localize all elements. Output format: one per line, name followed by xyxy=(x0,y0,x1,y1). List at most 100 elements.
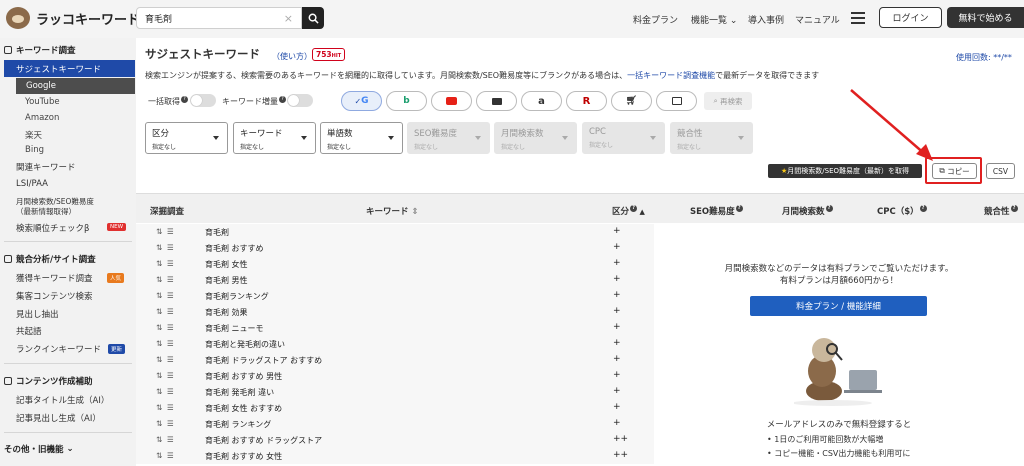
search-icon xyxy=(4,46,12,54)
sidebar-item-youtube[interactable]: YouTube xyxy=(25,97,60,107)
nav-cases[interactable]: 導入事例 xyxy=(748,13,784,26)
sidebar-item-suggest[interactable]: サジェストキーワード xyxy=(4,60,135,77)
sidebar-item-bing[interactable]: Bing xyxy=(25,145,44,155)
upgrade-promo: 月間検索数などのデータは有料プランでご覧いただけます。 有料プランは月額660円… xyxy=(654,224,1024,466)
chevron-down-icon: ⌄ xyxy=(727,16,738,26)
help-icon[interactable]: ? xyxy=(825,205,833,212)
search-button[interactable] xyxy=(302,7,324,29)
keyword-cell[interactable]: 育毛剤 女性 xyxy=(205,259,248,270)
category-cell: + xyxy=(613,418,621,428)
main-panel: サジェストキーワード （使い方） 753HIT 使用回数: **/** 検索エン… xyxy=(136,38,1024,466)
deepdive-icons[interactable]: ⇅ ☰ xyxy=(156,259,174,268)
category-cell: + xyxy=(613,306,621,316)
promo-text-3: メールアドレスのみで無料登録すると xyxy=(766,420,912,430)
category-cell: ++ xyxy=(613,434,629,444)
keyword-cell[interactable]: 育毛剤と発毛剤の違い xyxy=(205,339,285,350)
sidebar-item-headings[interactable]: 見出し抽出 xyxy=(16,308,59,320)
deepdive-icons[interactable]: ⇅ ☰ xyxy=(156,451,174,460)
nav-features[interactable]: 機能一覧 ⌄ xyxy=(691,13,737,26)
col-category[interactable]: 区分? ▲ xyxy=(612,205,645,217)
keyword-cell[interactable]: 育毛剤 男性 xyxy=(205,275,248,286)
table-row: ⇅ ☰ 育毛剤 女性 おすすめ + xyxy=(136,400,654,416)
sort-up-icon: ▲ xyxy=(637,208,645,216)
deepdive-icons[interactable]: ⇅ ☰ xyxy=(156,387,174,396)
deepdive-icons[interactable]: ⇅ ☰ xyxy=(156,355,174,364)
sidebar-section-label: キーワード調査 xyxy=(16,46,76,56)
col-seo[interactable]: SEO難易度? xyxy=(690,205,743,217)
sidebar-item-lsi[interactable]: LSI/PAA xyxy=(16,179,48,189)
keyword-cell[interactable]: 育毛剤 ドラッグストア おすすめ xyxy=(205,355,322,366)
keyword-cell[interactable]: 育毛剤ランキング xyxy=(205,291,269,302)
help-icon[interactable]: ? xyxy=(735,205,743,212)
sidebar-item-heading-gen[interactable]: 記事見出し生成（AI） xyxy=(16,412,101,424)
category-cell: + xyxy=(613,274,621,284)
keyword-cell[interactable]: 育毛剤 ランキング xyxy=(205,419,271,430)
deepdive-icons[interactable]: ⇅ ☰ xyxy=(156,339,174,348)
deepdive-icons[interactable]: ⇅ ☰ xyxy=(156,435,174,444)
help-icon[interactable]: ? xyxy=(1010,205,1018,212)
deepdive-icons[interactable]: ⇅ ☰ xyxy=(156,227,174,236)
col-monthly[interactable]: 月間検索数? xyxy=(782,205,833,217)
category-cell: + xyxy=(613,322,621,332)
logo[interactable]: ラッコキーワード xyxy=(6,7,140,29)
deepdive-icons[interactable]: ⇅ ☰ xyxy=(156,243,174,252)
sidebar-section-keyword: キーワード調査 xyxy=(4,44,76,56)
category-cell: ++ xyxy=(613,450,629,460)
sidebar-item-content[interactable]: 集客コンテンツ検索 xyxy=(16,290,93,302)
chevron-down-icon: ⌄ xyxy=(63,444,74,454)
pricing-details-button[interactable]: 料金プラン / 機能詳細 xyxy=(750,296,927,316)
sidebar-item-acquired[interactable]: 獲得キーワード調査 xyxy=(16,272,93,284)
deepdive-icons[interactable]: ⇅ ☰ xyxy=(156,291,174,300)
search-bar: 育毛剤 × xyxy=(136,7,324,29)
deepdive-icons[interactable]: ⇅ ☰ xyxy=(156,275,174,284)
deepdive-icons[interactable]: ⇅ ☰ xyxy=(156,323,174,332)
keyword-cell[interactable]: 育毛剤 効果 xyxy=(205,307,248,318)
table-row: ⇅ ☰ 育毛剤 ニューモ + xyxy=(136,320,654,336)
keyword-cell[interactable]: 育毛剤 おすすめ 男性 xyxy=(205,371,282,382)
sidebar-item-google[interactable]: Google xyxy=(16,78,135,94)
col-keyword[interactable]: キーワード ⇕ xyxy=(366,205,419,217)
keyword-cell[interactable]: 育毛剤 xyxy=(205,227,229,238)
keyword-cell[interactable]: 育毛剤 おすすめ xyxy=(205,243,264,254)
keyword-cell[interactable]: 育毛剤 ニューモ xyxy=(205,323,264,334)
sidebar-item-title-gen[interactable]: 記事タイトル生成（AI） xyxy=(16,394,109,406)
table-row: ⇅ ☰ 育毛剤 おすすめ 男性 + xyxy=(136,368,654,384)
sidebar-item-cooccur[interactable]: 共起語 xyxy=(16,325,42,337)
keyword-cell[interactable]: 育毛剤 おすすめ 女性 xyxy=(205,451,282,462)
new-badge: NEW xyxy=(107,223,127,231)
col-cpc-label: CPC（$） xyxy=(877,207,919,217)
help-icon[interactable]: ? xyxy=(919,205,927,212)
deepdive-icons[interactable]: ⇅ ☰ xyxy=(156,307,174,316)
sidebar-item-rankin[interactable]: ランクインキーワード xyxy=(16,343,101,355)
sidebar-item-related[interactable]: 関連キーワード xyxy=(16,161,76,173)
category-cell: + xyxy=(613,354,621,364)
sidebar-section-label: 競合分析/サイト調査 xyxy=(16,255,96,265)
col-competition[interactable]: 競合性? xyxy=(984,205,1018,217)
category-cell: + xyxy=(613,242,621,252)
sidebar-item-rakuten[interactable]: 楽天 xyxy=(25,129,42,141)
help-icon[interactable]: ? xyxy=(630,205,638,212)
col-competition-label: 競合性 xyxy=(984,207,1010,217)
login-button[interactable]: ログイン xyxy=(879,7,942,28)
sidebar-item-rank[interactable]: 検索順位チェックβ xyxy=(16,222,89,234)
deepdive-icons[interactable]: ⇅ ☰ xyxy=(156,403,174,412)
sidebar-item-amazon[interactable]: Amazon xyxy=(25,113,59,123)
keyword-cell[interactable]: 育毛剤 女性 おすすめ xyxy=(205,403,282,414)
table-row: ⇅ ☰ 育毛剤 発毛剤 違い + xyxy=(136,384,654,400)
nav-pricing[interactable]: 料金プラン xyxy=(633,13,678,26)
promo-text-1: 月間検索数などのデータは有料プランでご覧いただけます。 xyxy=(724,264,954,274)
table-row: ⇅ ☰ 育毛剤 ランキング + xyxy=(136,416,654,432)
deepdive-icons[interactable]: ⇅ ☰ xyxy=(156,419,174,428)
nav-manual[interactable]: マニュアル xyxy=(795,13,840,26)
start-free-button[interactable]: 無料で始める xyxy=(947,7,1024,28)
search-input[interactable]: 育毛剤 × xyxy=(136,7,302,29)
deepdive-icons[interactable]: ⇅ ☰ xyxy=(156,371,174,380)
sidebar-section-other[interactable]: その他・旧機能 ⌄ xyxy=(4,443,74,455)
keyword-cell[interactable]: 育毛剤 おすすめ ドラッグストア xyxy=(205,435,322,446)
logo-text: ラッコキーワード xyxy=(36,12,141,28)
promo-bullet-1-text: 1日のご利用可能回数が大幅増 xyxy=(774,435,884,444)
menu-icon[interactable] xyxy=(851,12,865,24)
col-cpc[interactable]: CPC（$）? xyxy=(877,205,927,217)
clear-icon[interactable]: × xyxy=(284,12,293,25)
keyword-cell[interactable]: 育毛剤 発毛剤 違い xyxy=(205,387,274,398)
